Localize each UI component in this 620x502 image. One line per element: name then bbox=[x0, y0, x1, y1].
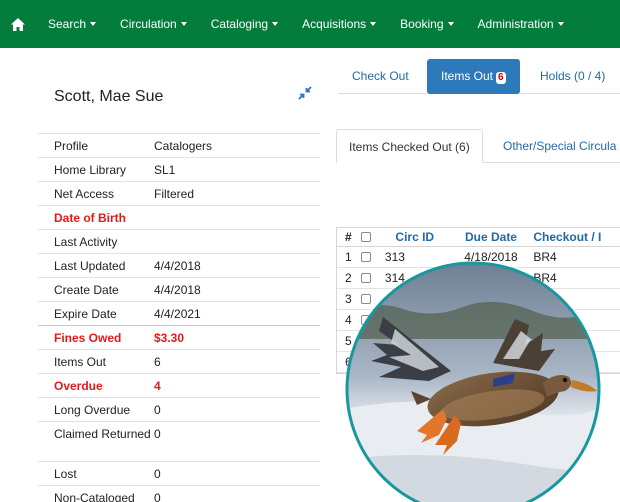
tab-items-out[interactable]: Items Out 6 bbox=[427, 59, 520, 94]
summary-key: Expire Date bbox=[54, 307, 117, 321]
summary-key: Lost bbox=[54, 467, 77, 481]
nav-search-menu[interactable]: Search bbox=[36, 0, 108, 48]
summary-key: Profile bbox=[54, 139, 89, 153]
caret-down-icon bbox=[447, 22, 454, 26]
items-out-count-badge: 6 bbox=[496, 72, 506, 84]
caret-down-icon bbox=[272, 22, 279, 26]
summary-key: Home Library bbox=[54, 163, 127, 177]
summary-key: Long Overdue bbox=[54, 403, 131, 417]
tab-check-out[interactable]: Check Out bbox=[352, 59, 409, 94]
summary-value: Catalogers bbox=[154, 139, 213, 153]
col-header-num: # bbox=[345, 230, 352, 244]
tab-items-out-label: Items Out bbox=[441, 69, 494, 83]
summary-value: $3.30 bbox=[154, 331, 185, 345]
summary-key: Last Updated bbox=[54, 259, 126, 273]
summary-row-fines-owed: Fines Owed $3.30 bbox=[38, 325, 320, 349]
summary-value: 6 bbox=[154, 355, 161, 369]
col-header-checkout[interactable]: Checkout / I bbox=[529, 228, 620, 246]
summary-row-date-of-birth: Date of Birth bbox=[38, 205, 320, 229]
tab-other-special-circulations[interactable]: Other/Special Circula bbox=[503, 129, 616, 163]
summary-row-expire-date: Expire Date 4/4/2021 bbox=[38, 301, 320, 325]
patron-summary-table: Profile Catalogers Home Library SL1 Net Ac… bbox=[38, 133, 320, 502]
summary-key: Create Date bbox=[54, 283, 119, 297]
summary-key: Date of Birth bbox=[54, 211, 126, 225]
summary-key: Net Access bbox=[54, 187, 115, 201]
home-icon bbox=[11, 17, 25, 31]
summary-value: 4/4/2018 bbox=[154, 283, 201, 297]
summary-value: 0 bbox=[154, 427, 161, 441]
nav-booking-menu[interactable]: Booking bbox=[388, 0, 465, 48]
nav-cataloging-label: Cataloging bbox=[210, 17, 269, 31]
nav-cataloging-menu[interactable]: Cataloging bbox=[199, 0, 290, 48]
main-navbar: Search Circulation Cataloging Acquisitio… bbox=[0, 0, 620, 48]
nav-booking-label: Booking bbox=[400, 17, 444, 31]
summary-row-non-cataloged: Non-Cataloged 0 bbox=[38, 485, 320, 502]
summary-value: 0 bbox=[154, 491, 161, 502]
caret-down-icon bbox=[90, 22, 97, 26]
caret-down-icon bbox=[557, 22, 564, 26]
nav-acquisitions-menu[interactable]: Acquisitions bbox=[290, 0, 388, 48]
summary-key: Fines Owed bbox=[54, 331, 122, 345]
summary-key: Last Activity bbox=[54, 235, 118, 249]
home-button[interactable] bbox=[0, 17, 36, 31]
nav-administration-menu[interactable]: Administration bbox=[466, 0, 576, 48]
summary-row-items-out: Items Out 6 bbox=[38, 349, 320, 373]
summary-key: Items Out bbox=[54, 355, 107, 369]
summary-value: 0 bbox=[154, 403, 161, 417]
nav-acquisitions-label: Acquisitions bbox=[302, 17, 367, 31]
summary-row-claimed-returned: Claimed Returned 0 bbox=[38, 421, 320, 461]
summary-value: 0 bbox=[154, 467, 161, 481]
caret-down-icon bbox=[370, 22, 377, 26]
grid-header: # Circ ID Due Date Checkout / I bbox=[337, 228, 620, 247]
summary-value: SL1 bbox=[154, 163, 176, 177]
nav-administration-label: Administration bbox=[477, 17, 554, 31]
summary-row-home-library: Home Library SL1 bbox=[38, 157, 320, 181]
summary-value: 4 bbox=[154, 379, 161, 393]
summary-row-net-access: Net Access Filtered bbox=[38, 181, 320, 205]
col-header-due-date[interactable]: Due Date bbox=[453, 228, 530, 246]
summary-key: Overdue bbox=[54, 379, 103, 393]
nav-circulation-menu[interactable]: Circulation bbox=[108, 0, 199, 48]
summary-row-long-overdue: Long Overdue 0 bbox=[38, 397, 320, 421]
col-header-circ-id[interactable]: Circ ID bbox=[377, 228, 453, 246]
summary-value: 4/4/2018 bbox=[154, 259, 201, 273]
select-all-checkbox[interactable] bbox=[355, 228, 377, 246]
nav-search-label: Search bbox=[48, 17, 87, 31]
patron-name: Scott, Mae Sue bbox=[54, 88, 164, 105]
nav-circulation-label: Circulation bbox=[120, 17, 177, 31]
tab-holds[interactable]: Holds (0 / 4) bbox=[540, 59, 605, 94]
checkbox-icon bbox=[360, 232, 371, 242]
summary-value: 4/4/2021 bbox=[154, 307, 201, 321]
summary-key: Claimed Returned bbox=[54, 427, 151, 441]
summary-row-overdue: Overdue 4 bbox=[38, 373, 320, 397]
collapse-pin-icon[interactable] bbox=[297, 85, 313, 101]
flying-duck-photo bbox=[345, 261, 601, 502]
items-out-subtabs: Items Checked Out (6) Other/Special Circ… bbox=[336, 129, 620, 163]
summary-row-last-updated: Last Updated 4/4/2018 bbox=[38, 253, 320, 277]
summary-row-last-activity: Last Activity bbox=[38, 229, 320, 253]
summary-row-lost: Lost 0 bbox=[38, 461, 320, 485]
patron-tabs: Check Out Items Out 6 Holds (0 / 4) bbox=[338, 59, 620, 94]
summary-row-profile: Profile Catalogers bbox=[38, 133, 320, 157]
summary-key: Non-Cataloged bbox=[54, 491, 135, 502]
tab-items-checked-out[interactable]: Items Checked Out (6) bbox=[336, 129, 483, 163]
summary-row-create-date: Create Date 4/4/2018 bbox=[38, 277, 320, 301]
caret-down-icon bbox=[180, 22, 187, 26]
summary-value: Filtered bbox=[154, 187, 195, 201]
